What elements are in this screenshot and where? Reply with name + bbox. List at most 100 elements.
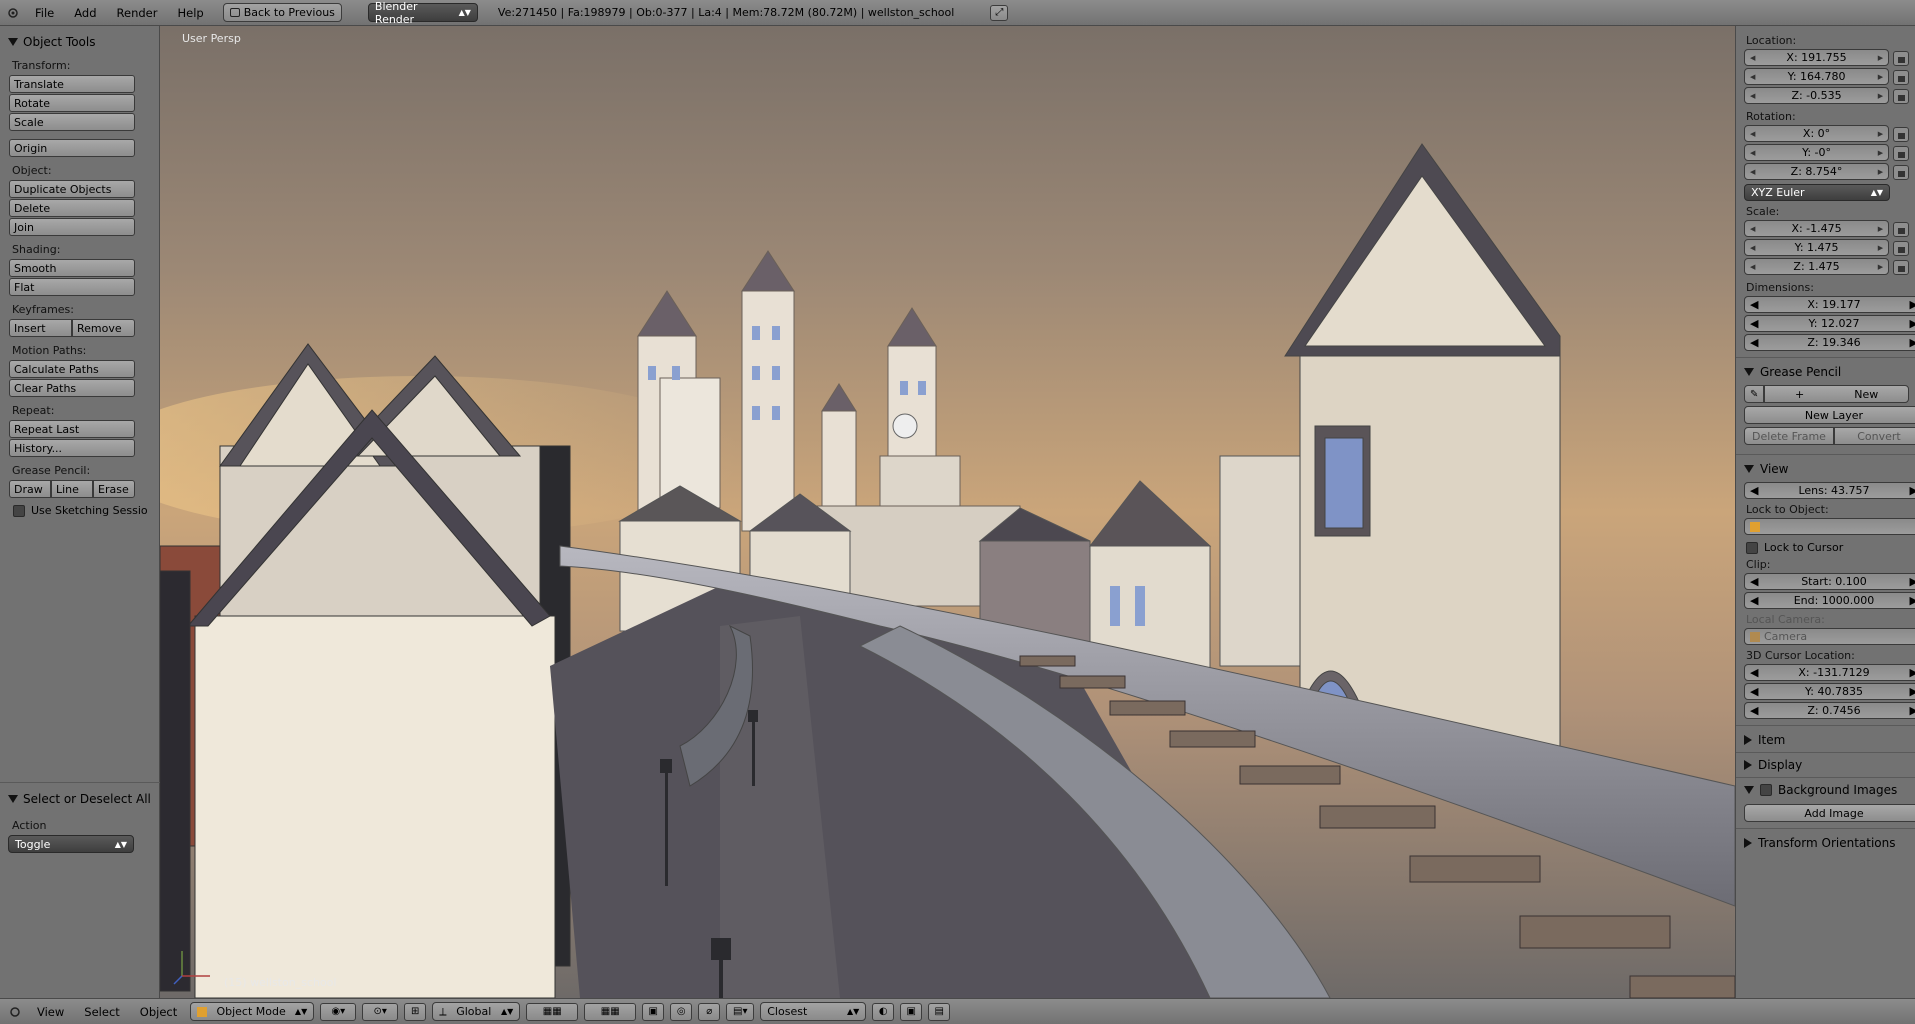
rotation-mode-dropdown[interactable]: XYZ Euler ▲▼ <box>1744 184 1890 201</box>
viewport-shading-icon[interactable]: ◉▾ <box>320 1002 357 1021</box>
draw-button[interactable]: Draw <box>9 480 51 498</box>
transform-orientation-dropdown[interactable]: ⟂ Global ▲▼ <box>432 1002 521 1021</box>
pivot-point-icon[interactable]: ⊙▾ <box>362 1002 399 1021</box>
flat-button[interactable]: Flat <box>9 278 135 296</box>
view-header[interactable]: View <box>1744 459 1909 479</box>
delete-frame-button[interactable]: Delete Frame <box>1744 427 1834 445</box>
lock-icon[interactable] <box>1893 146 1909 161</box>
grease-pencil-new-button[interactable]: + New <box>1764 385 1909 403</box>
display-header[interactable]: Display <box>1744 755 1909 775</box>
clip-start-field[interactable]: ◀ Start: 0.100 ▶ <box>1744 573 1915 590</box>
dimension-z-field[interactable]: ◀ Z: 19.346 ▶ <box>1744 334 1915 351</box>
new-layer-button[interactable]: New Layer <box>1744 406 1915 424</box>
snap-toggle-icon[interactable]: ⌀ <box>698 1002 721 1021</box>
manipulator-icon[interactable]: ⊞ <box>404 1002 427 1021</box>
rotation-y-field[interactable]: ◀ Y: -0° ▶ <box>1744 144 1890 161</box>
scale-z-field[interactable]: ◀ Z: 1.475 ▶ <box>1744 258 1890 275</box>
lens-field[interactable]: ◀ Lens: 43.757 ▶ <box>1744 482 1915 499</box>
location-z-field[interactable]: ◀ Z: -0.535 ▶ <box>1744 87 1890 104</box>
menu-object[interactable]: Object <box>133 1005 184 1019</box>
repeat-last-button[interactable]: Repeat Last <box>9 420 135 438</box>
join-button[interactable]: Join <box>9 218 135 236</box>
fullscreen-toggle-icon[interactable]: ⤢ <box>990 4 1009 21</box>
translate-button[interactable]: Translate <box>9 75 135 93</box>
expand-triangle-icon <box>1744 838 1752 848</box>
cursor-x-field[interactable]: ◀ X: -131.7129 ▶ <box>1744 664 1915 681</box>
location-y-field[interactable]: ◀ Y: 164.780 ▶ <box>1744 68 1890 85</box>
remove-keyframe-button[interactable]: Remove <box>72 319 135 337</box>
pencil-icon[interactable]: ✎ <box>1744 385 1765 403</box>
lock-to-cursor-checkbox[interactable] <box>1746 541 1758 554</box>
clip-end-field[interactable]: ◀ End: 1000.000 ▶ <box>1744 592 1915 609</box>
rotation-z-field[interactable]: ◀ Z: 8.754° ▶ <box>1744 163 1890 180</box>
snap-element-icon[interactable]: ▤▾ <box>726 1002 755 1021</box>
background-images-checkbox[interactable] <box>1760 784 1772 796</box>
origin-button[interactable]: Origin <box>9 139 135 157</box>
menu-select[interactable]: Select <box>77 1005 126 1019</box>
object-tools-header[interactable]: Object Tools <box>8 32 151 52</box>
menu-file[interactable]: File <box>28 6 61 20</box>
snap-target-dropdown[interactable]: Closest ▲▼ <box>760 1002 867 1021</box>
opengl-render-icon[interactable]: ▣ <box>900 1002 923 1021</box>
delete-button[interactable]: Delete <box>9 199 135 217</box>
menu-view[interactable]: View <box>30 1005 71 1019</box>
scale-y-field[interactable]: ◀ Y: 1.475 ▶ <box>1744 239 1890 256</box>
render-engine-dropdown[interactable]: Blender Render ▲▼ <box>367 0 478 26</box>
mode-dropdown[interactable]: Object Mode ▲▼ <box>190 1002 315 1021</box>
lock-icon[interactable] <box>1893 260 1909 275</box>
3d-cursor-label: 3D Cursor Location: <box>1746 649 1855 662</box>
sketching-checkbox[interactable] <box>13 504 25 517</box>
menu-render[interactable]: Render <box>110 6 165 20</box>
lock-to-object-field[interactable] <box>1744 518 1915 535</box>
editor-type-icon[interactable] <box>4 6 22 20</box>
lock-icon[interactable] <box>1893 89 1909 104</box>
add-image-button[interactable]: Add Image <box>1744 804 1915 822</box>
lock-layers-icon[interactable]: ▣ <box>642 1002 665 1021</box>
calculate-paths-button[interactable]: Calculate Paths <box>9 360 135 378</box>
opengl-animation-icon[interactable]: ▤ <box>928 1002 951 1021</box>
grease-pencil-header[interactable]: Grease Pencil <box>1744 362 1909 382</box>
cursor-y-field[interactable]: ◀ Y: 40.7835 ▶ <box>1744 683 1915 700</box>
cursor-z-field[interactable]: ◀ Z: 0.7456 ▶ <box>1744 702 1915 719</box>
rotation-x-field[interactable]: ◀ X: 0° ▶ <box>1744 125 1890 142</box>
insert-keyframe-button[interactable]: Insert <box>9 319 72 337</box>
clear-paths-button[interactable]: Clear Paths <box>9 379 135 397</box>
background-images-header[interactable]: Background Images <box>1744 780 1909 800</box>
layers-grid-icon[interactable]: ▦▦ <box>526 1002 579 1021</box>
transform-orientations-header[interactable]: Transform Orientations <box>1744 833 1909 853</box>
proportional-edit-icon[interactable]: ◎ <box>670 1002 693 1021</box>
lock-icon[interactable] <box>1893 165 1909 180</box>
scale-button[interactable]: Scale <box>9 113 135 131</box>
menu-add[interactable]: Add <box>67 6 103 20</box>
duplicate-objects-button[interactable]: Duplicate Objects <box>9 180 135 198</box>
convert-button[interactable]: Convert <box>1834 427 1915 445</box>
smooth-button[interactable]: Smooth <box>9 259 135 277</box>
lock-icon[interactable] <box>1893 70 1909 85</box>
lock-icon[interactable] <box>1893 241 1909 256</box>
location-z-value: Z: -0.535 <box>1791 89 1842 102</box>
location-x-field[interactable]: ◀ X: 191.755 ▶ <box>1744 49 1890 66</box>
scale-x-field[interactable]: ◀ X: -1.475 ▶ <box>1744 220 1890 237</box>
item-header[interactable]: Item <box>1744 730 1909 750</box>
line-button[interactable]: Line <box>51 480 93 498</box>
rotate-button[interactable]: Rotate <box>9 94 135 112</box>
back-to-previous-button[interactable]: Back to Previous <box>222 3 342 22</box>
3d-viewport[interactable]: User Persp (15) wellston_school <box>160 26 1735 998</box>
local-camera-label: Local Camera: <box>1746 613 1825 626</box>
dimension-x-field[interactable]: ◀ X: 19.177 ▶ <box>1744 296 1915 313</box>
editor-type-icon[interactable] <box>6 1005 24 1019</box>
layers-grid-icon-2[interactable]: ▦▦ <box>584 1002 637 1021</box>
lock-icon[interactable] <box>1893 127 1909 142</box>
dimension-y-field[interactable]: ◀ Y: 12.027 ▶ <box>1744 315 1915 332</box>
lock-to-cursor-option[interactable]: Lock to Cursor <box>1746 541 1909 554</box>
erase-button[interactable]: Erase <box>93 480 135 498</box>
lock-icon[interactable] <box>1893 51 1909 66</box>
menu-help[interactable]: Help <box>170 6 210 20</box>
lock-icon[interactable] <box>1893 222 1909 237</box>
operator-header[interactable]: Select or Deselect All <box>8 789 152 809</box>
action-dropdown[interactable]: Toggle ▲▼ <box>8 835 134 853</box>
local-camera-field[interactable]: Camera <box>1744 628 1915 645</box>
history-button[interactable]: History... <box>9 439 135 457</box>
render-preview-icon[interactable]: ◐ <box>872 1002 895 1021</box>
use-sketching-session-option[interactable]: Use Sketching Sessio <box>13 504 151 517</box>
